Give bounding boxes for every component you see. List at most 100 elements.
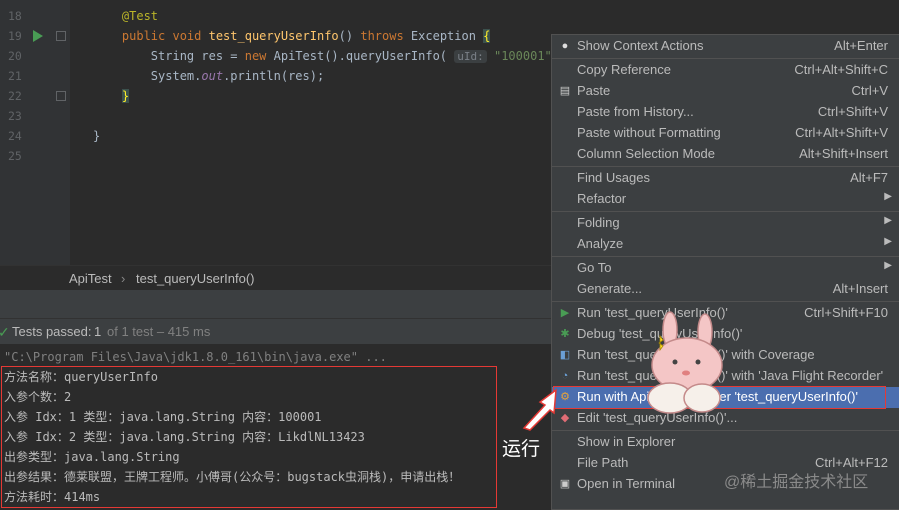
- breadcrumb-class[interactable]: ApiTest: [69, 271, 112, 286]
- debug-icon: ✱: [560, 328, 570, 340]
- clipboard-icon: ▤: [559, 85, 571, 97]
- code-token: out: [201, 69, 224, 83]
- fold-icon[interactable]: [56, 31, 66, 41]
- menu-separator: [552, 166, 899, 167]
- annotation-arrow: [522, 388, 557, 431]
- code-token: public void: [121, 29, 209, 43]
- submenu-arrow-icon: ▶: [884, 260, 892, 271]
- code-line[interactable]: @Test: [93, 6, 158, 26]
- code-token: Exception: [410, 29, 484, 43]
- menu-item-shortcut: Alt+F7: [850, 170, 888, 185]
- breadcrumb-method[interactable]: test_queryUserInfo(): [136, 271, 255, 286]
- coverage-icon: ◧: [559, 349, 571, 361]
- code-token: }: [121, 89, 130, 103]
- line-number: 22: [8, 89, 22, 103]
- menu-separator: [552, 256, 899, 257]
- code-token: (): [338, 29, 361, 43]
- menu-separator: [552, 430, 899, 431]
- menu-item-shortcut: Ctrl+Shift+V: [817, 104, 888, 119]
- code-line[interactable]: public void test_queryUserInfo() throws …: [93, 26, 491, 46]
- output-highlight-box: [1, 366, 497, 508]
- menu-item-shortcut: Ctrl+Alt+Shift+C: [794, 62, 888, 77]
- menu-separator: [552, 58, 899, 59]
- menu-item-shortcut: Alt+Shift+Insert: [799, 146, 888, 161]
- line-number: 20: [8, 49, 22, 63]
- menu-item-label: Analyze: [577, 236, 624, 251]
- menu-item-find-usages[interactable]: Find Usages Alt+F7: [552, 168, 899, 189]
- tests-duration: of 1 test – 415 ms: [107, 324, 211, 339]
- menu-separator: [552, 301, 899, 302]
- line-number: 19: [8, 29, 22, 43]
- menu-item-shortcut: Ctrl+V: [851, 83, 888, 98]
- menu-item-label: Paste without Formatting: [577, 125, 721, 140]
- menu-item-copy-reference[interactable]: Copy Reference Ctrl+Alt+Shift+C: [552, 60, 899, 81]
- console-command-line: "C:\Program Files\Java\jdk1.8.0_161\bin\…: [4, 350, 387, 364]
- submenu-arrow-icon: ▶: [884, 191, 892, 202]
- line-number: 25: [8, 149, 22, 163]
- menu-item-shortcut: Ctrl+Shift+F10: [804, 305, 888, 320]
- menu-item-generate[interactable]: Generate... Alt+Insert: [552, 279, 899, 300]
- edit-config-icon: ◆: [560, 412, 570, 424]
- tests-passed-label: Tests passed:: [12, 324, 92, 339]
- menu-item-label: Folding: [577, 215, 620, 230]
- code-line[interactable]: System.out.println(res);: [93, 66, 324, 86]
- code-token: new: [244, 49, 274, 63]
- code-token: ApiTest().queryUserInfo(: [273, 49, 455, 63]
- tests-passed-count: 1: [94, 324, 102, 339]
- menu-item-go-to[interactable]: Go To ▶: [552, 258, 899, 279]
- menu-item-shortcut: Alt+Insert: [832, 281, 888, 296]
- flight-recorder-icon: ◔: [561, 370, 569, 382]
- code-token: throws: [360, 29, 411, 43]
- line-number: 24: [8, 129, 22, 143]
- code-token: "100001": [493, 49, 552, 63]
- menu-item-label: Copy Reference: [577, 62, 671, 77]
- menu-item-label: Go To: [577, 260, 612, 275]
- code-token: }: [93, 129, 101, 143]
- code-token: String res =: [93, 49, 245, 63]
- menu-item-label: Column Selection Mode: [577, 146, 716, 161]
- menu-item-label: Open in Terminal: [577, 476, 676, 491]
- tests-passed-icon: ✓: [0, 324, 10, 340]
- run-test-gutter-icon[interactable]: [31, 29, 45, 43]
- menu-separator: [552, 211, 899, 212]
- menu-item-shortcut: Alt+Enter: [834, 38, 888, 53]
- line-number: 18: [8, 9, 22, 23]
- menu-item-analyze[interactable]: Analyze ▶: [552, 234, 899, 255]
- code-token: System.: [93, 69, 202, 83]
- watermark: @稀土掘金技术社区: [724, 474, 869, 491]
- code-line[interactable]: }: [93, 86, 130, 106]
- menu-item-shortcut: Ctrl+Alt+Shift+V: [795, 125, 888, 140]
- submenu-arrow-icon: ▶: [884, 236, 892, 247]
- menu-item-label: File Path: [577, 455, 629, 470]
- menu-item-refactor[interactable]: Refactor ▶: [552, 189, 899, 210]
- bulb-icon: ●: [561, 40, 569, 52]
- menu-item-label: Paste: [577, 83, 611, 98]
- menu-item-label: Refactor: [577, 191, 627, 206]
- menu-item-folding[interactable]: Folding ▶: [552, 213, 899, 234]
- menu-item-paste-from-history[interactable]: Paste from History... Ctrl+Shift+V: [552, 102, 899, 123]
- menu-item-label: Show Context Actions: [577, 38, 704, 53]
- terminal-icon: ▣: [559, 478, 571, 490]
- run-icon: ▶: [560, 307, 570, 319]
- context-menu: ● Show Context Actions Alt+Enter Copy Refer…: [551, 34, 899, 510]
- rabbit-sticker-image: [647, 311, 723, 414]
- code-line[interactable]: String res = new ApiTest().queryUserInfo…: [93, 46, 613, 67]
- menu-item-label: Find Usages: [577, 170, 650, 185]
- menu-item-column-selection-mode[interactable]: Column Selection Mode Alt+Shift+Insert: [552, 144, 899, 165]
- menu-item-show-in-explorer[interactable]: Show in Explorer: [552, 432, 899, 453]
- menu-item-paste-without-formatting[interactable]: Paste without Formatting Ctrl+Alt+Shift+V: [552, 123, 899, 144]
- line-number: 23: [8, 109, 22, 123]
- menu-item-show-context-actions[interactable]: ● Show Context Actions Alt+Enter: [552, 36, 899, 57]
- breadcrumb-separator: ›: [121, 271, 126, 286]
- menu-item-label: Generate...: [577, 281, 643, 296]
- code-token: .println(res);: [223, 69, 325, 83]
- menu-item-paste[interactable]: ▤ Paste Ctrl+V: [552, 81, 899, 102]
- code-line[interactable]: }: [93, 126, 100, 146]
- fold-end-icon[interactable]: [56, 91, 66, 101]
- annotation-run-label: 运行: [502, 439, 541, 460]
- submenu-arrow-icon: ▶: [884, 215, 892, 226]
- code-token: test_queryUserInfo: [208, 29, 339, 43]
